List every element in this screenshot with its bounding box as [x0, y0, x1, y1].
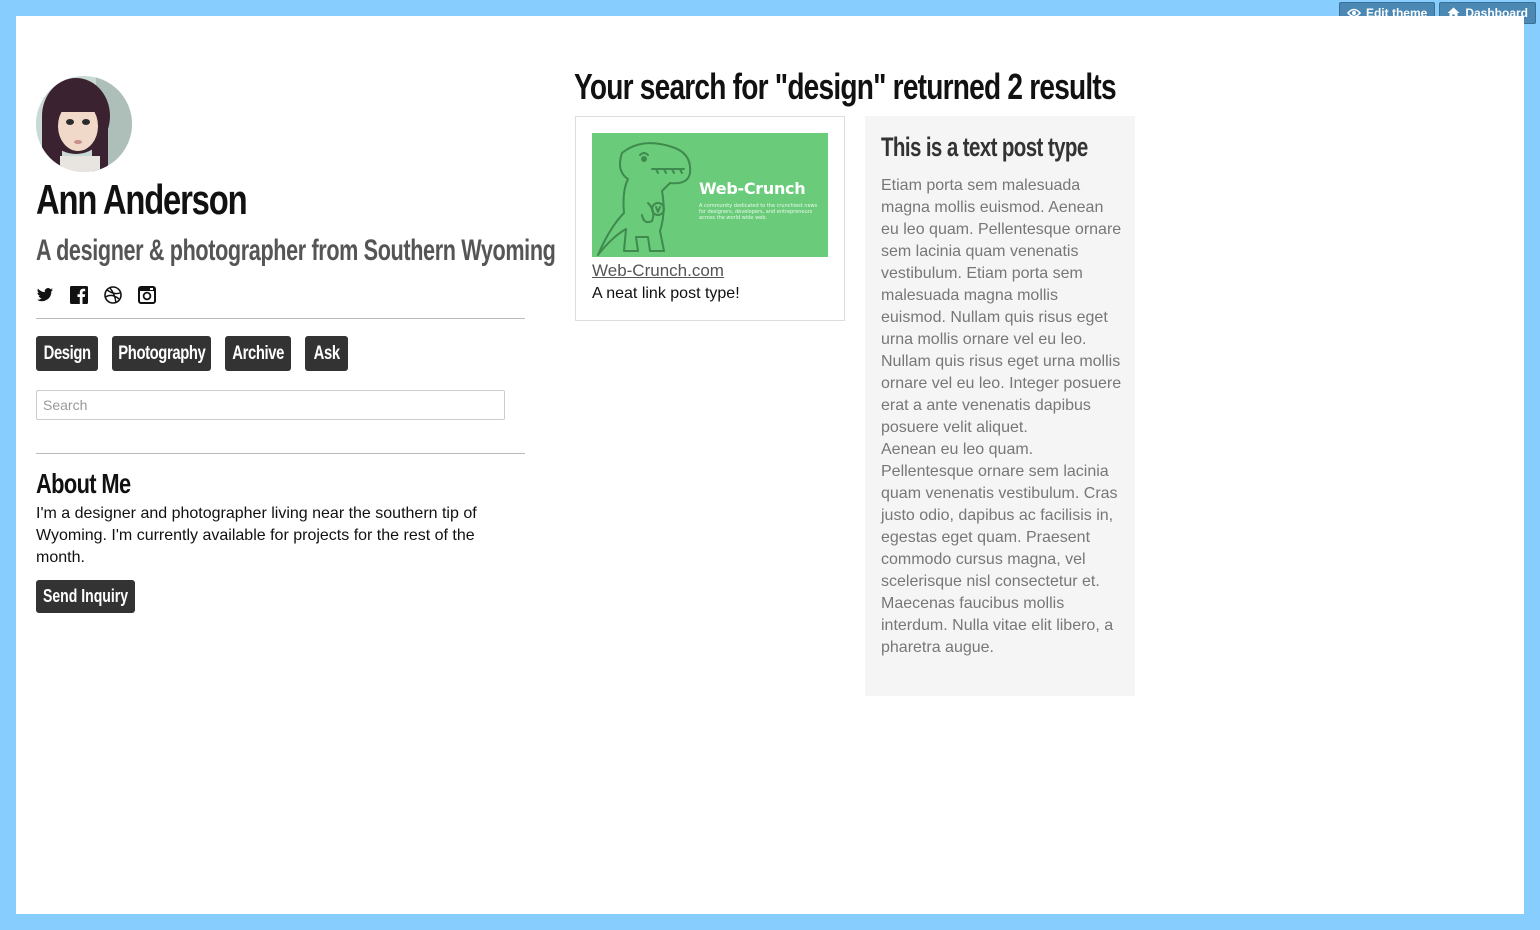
link-post-description: A neat link post type!: [592, 285, 740, 302]
link-post-title[interactable]: Web-Crunch.com: [592, 261, 724, 281]
nav-item-archive[interactable]: Archive: [225, 336, 291, 371]
profile-name: Ann Anderson: [36, 176, 248, 223]
text-post-title: This is a text post type: [881, 132, 1088, 162]
text-post-paragraph: Aenean eu leo quam. Pellentesque ornare …: [881, 441, 1118, 656]
instagram-icon[interactable]: [138, 286, 156, 304]
facebook-icon[interactable]: [70, 286, 88, 304]
profile-tagline: A designer & photographer from Southern …: [36, 234, 556, 267]
nav-item-ask[interactable]: Ask: [305, 336, 348, 371]
social-links: [36, 286, 156, 304]
text-post-paragraph: Etiam porta sem malesuada magna mollis e…: [881, 177, 1122, 436]
divider: [36, 318, 525, 319]
text-post-card: This is a text post type Etiam porta sem…: [865, 116, 1135, 696]
search-input[interactable]: [36, 390, 505, 420]
dribbble-icon[interactable]: [104, 286, 122, 304]
nav-item-photography[interactable]: Photography: [112, 336, 211, 371]
send-inquiry-button[interactable]: Send Inquiry: [36, 580, 135, 613]
thumbnail-brand-text: Web-Crunch: [699, 179, 806, 198]
text-post-body: Etiam porta sem malesuada magna mollis e…: [881, 175, 1123, 659]
avatar: [36, 76, 132, 172]
nav-item-design[interactable]: Design: [36, 336, 98, 371]
search-results-heading: Your search for "design" returned 2 resu…: [574, 66, 1117, 107]
divider: [36, 453, 525, 454]
thumbnail-tagline-text: A community dedicated to the crunchiest …: [699, 203, 818, 221]
link-post-image[interactable]: Web-Crunch A community dedicated to the …: [592, 133, 828, 257]
twitter-icon[interactable]: [36, 286, 54, 304]
about-text: I'm a designer and photographer living n…: [36, 505, 477, 566]
link-post-card: Web-Crunch A community dedicated to the …: [575, 116, 845, 321]
nav-menu: Design Photography Archive Ask: [36, 336, 348, 371]
about-heading: About Me: [36, 468, 131, 499]
avatar-image: [36, 76, 132, 172]
page-content: Ann Anderson A designer & photographer f…: [16, 16, 1524, 914]
